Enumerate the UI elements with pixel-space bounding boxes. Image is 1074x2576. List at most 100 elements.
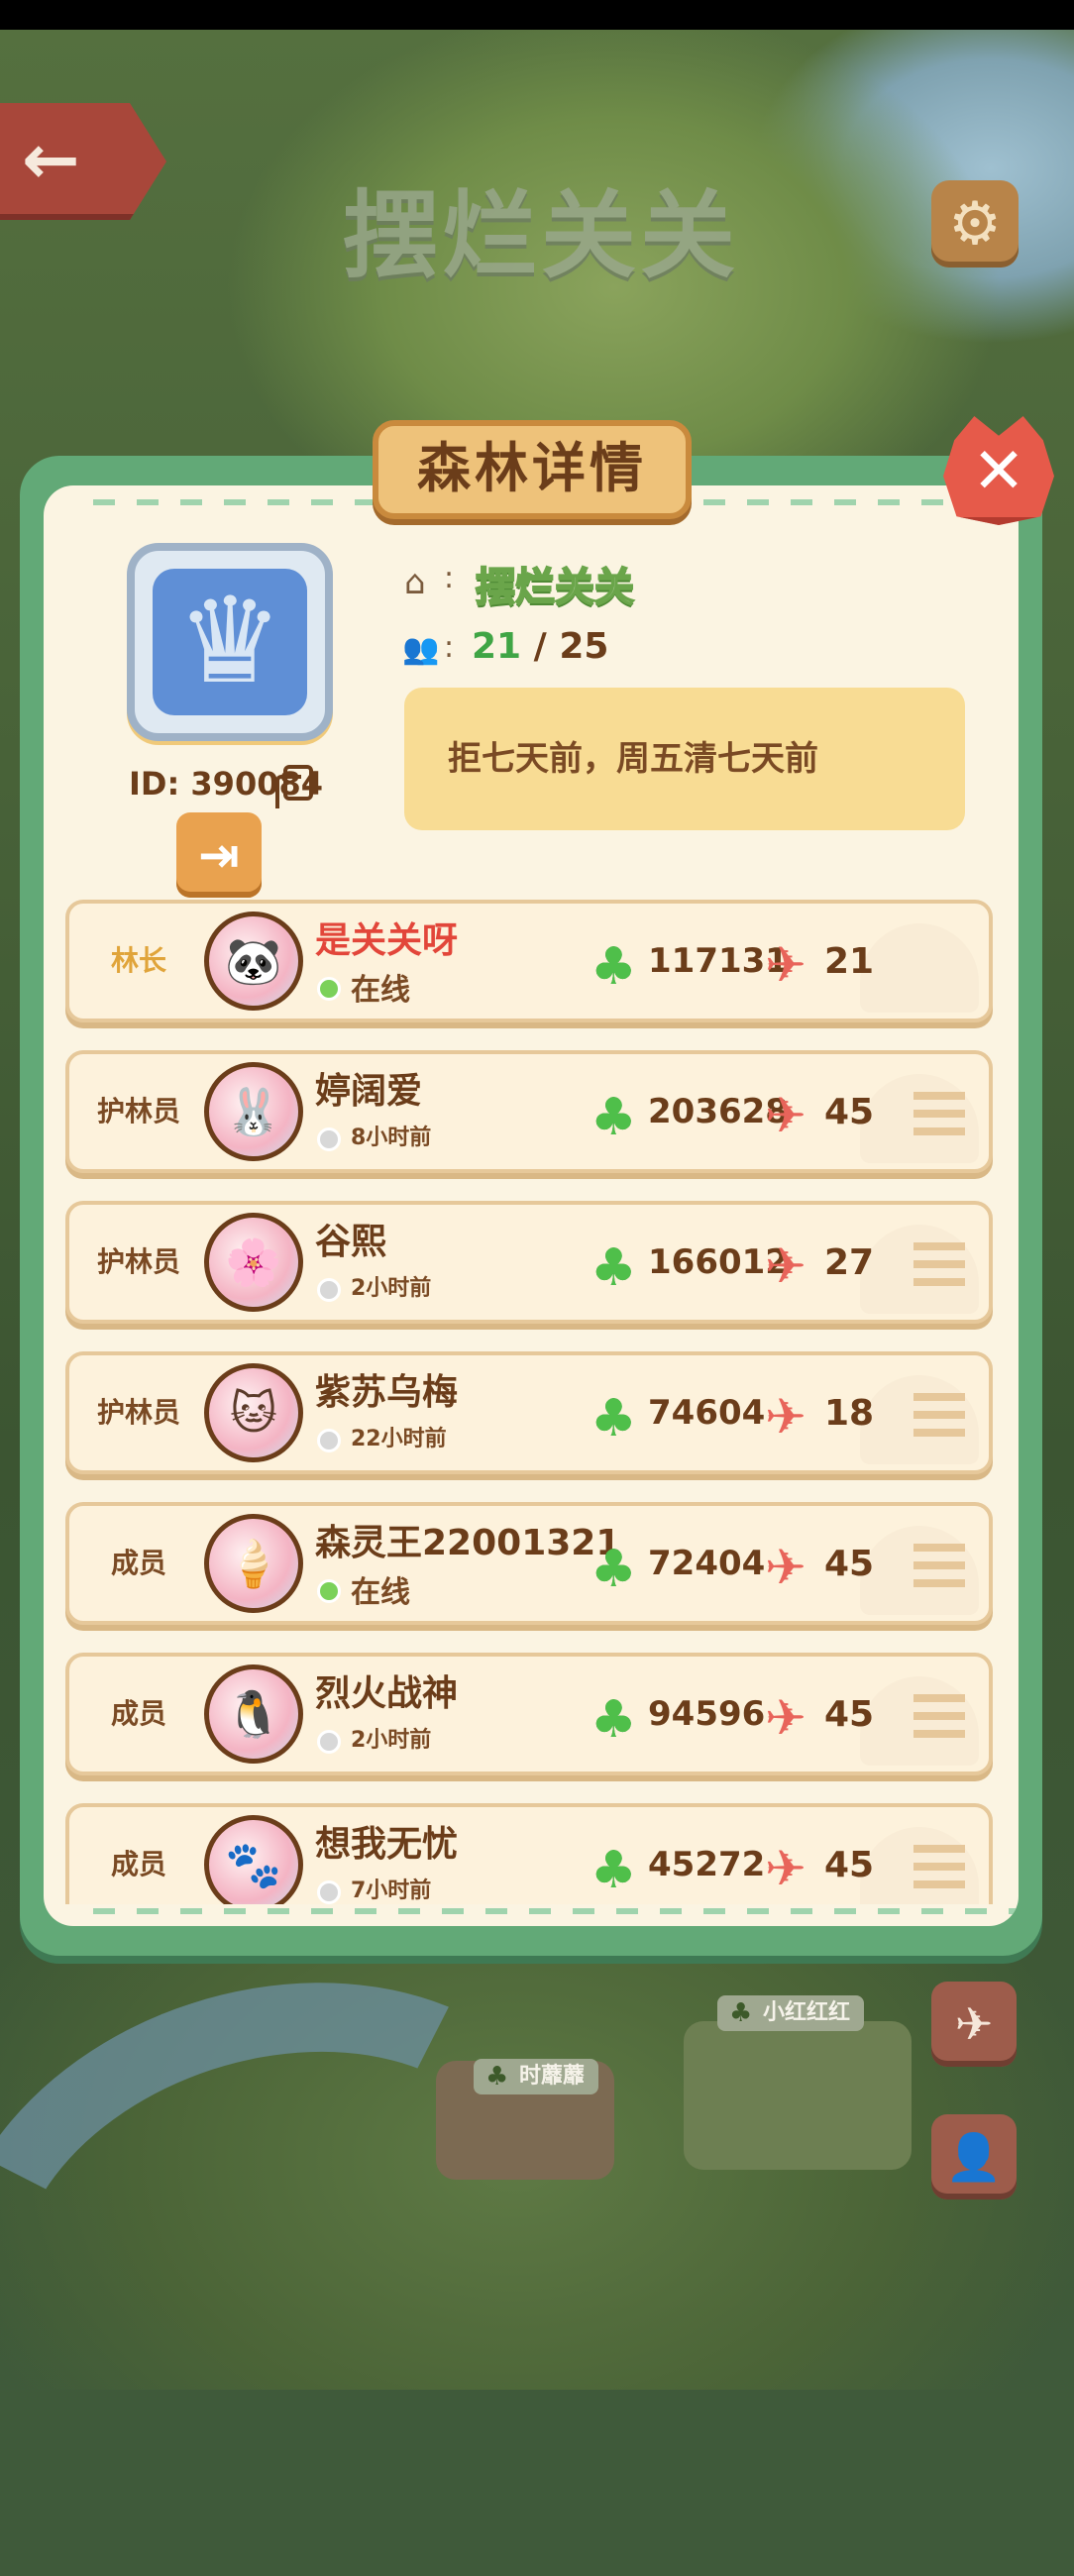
member-role: 林长 <box>110 944 166 977</box>
member-count-current: 21 <box>472 626 522 667</box>
member-status: 7小时前 <box>351 1878 432 1903</box>
exit-forest-button[interactable]: ⇥ <box>176 812 262 898</box>
copy-icon[interactable] <box>275 765 313 808</box>
forest-badge: ♛ <box>127 543 333 741</box>
member-row[interactable]: 护林员 🌸 谷熙 2小时前 ♣ 166012 ✈ 27 <box>65 1201 993 1324</box>
gear-icon[interactable]: ⚙ <box>931 180 1019 268</box>
member-row[interactable]: 护林员 🐱 紫苏乌梅 22小时前 ♣ 74604 ✈ 18 <box>65 1351 993 1474</box>
menu-icon[interactable] <box>913 1092 965 1135</box>
member-gifts: 45 <box>824 1544 875 1584</box>
river <box>0 1902 656 2576</box>
clover-icon: ♣ <box>591 1389 637 1449</box>
member-gifts: 45 <box>824 1694 875 1735</box>
member-score: 72404 <box>648 1544 766 1583</box>
member-name: 是关关呀 <box>315 920 459 961</box>
member-row[interactable]: 林长 🐼 是关关呀 在线 ♣ 117131 ✈ 21 <box>65 900 993 1022</box>
crown-icon: ♛ <box>176 573 283 710</box>
back-button[interactable]: ← <box>0 103 166 220</box>
paper-plane-icon: ✈ <box>765 1689 806 1747</box>
member-status: 2小时前 <box>351 1276 432 1301</box>
member-name: 谷熙 <box>315 1222 387 1262</box>
member-status: 在线 <box>351 973 410 1008</box>
row-decoration <box>860 923 979 1013</box>
map-label[interactable]: 小红红红 <box>717 1995 865 2031</box>
menu-icon[interactable] <box>913 1694 965 1738</box>
paper-plane-icon: ✈ <box>765 1087 806 1144</box>
member-score: 45272 <box>648 1845 766 1884</box>
status-dot <box>317 1730 341 1754</box>
member-role: 护林员 <box>96 1396 180 1429</box>
member-role: 护林员 <box>96 1245 180 1278</box>
avatar[interactable]: 🐼 <box>204 912 303 1011</box>
member-status: 在线 <box>351 1575 410 1610</box>
member-name: 紫苏乌梅 <box>315 1372 459 1413</box>
member-row[interactable]: 成员 🐧 烈火战神 2小时前 ♣ 94596 ✈ 45 <box>65 1653 993 1775</box>
clover-icon: ♣ <box>591 1238 637 1298</box>
member-name: 婷阔爱 <box>315 1071 423 1112</box>
member-name: 想我无忧 <box>315 1824 459 1865</box>
member-role: 护林员 <box>96 1095 180 1127</box>
member-gifts: 45 <box>824 1845 875 1885</box>
paper-plane-icon: ✈ <box>765 1237 806 1295</box>
member-name: 烈火战神 <box>315 1673 459 1714</box>
paper-plane-icon: ✈ <box>765 1539 806 1596</box>
avatar[interactable]: 🐱 <box>204 1363 303 1462</box>
member-role: 成员 <box>110 1848 166 1880</box>
home-icon: ⌂ <box>404 563 426 602</box>
member-name: 森灵王22001321 <box>315 1523 621 1563</box>
member-row[interactable]: 护林员 🐰 婷阔爱 8小时前 ♣ 203628 ✈ 45 <box>65 1050 993 1173</box>
avatar[interactable]: 🌸 <box>204 1213 303 1312</box>
member-count-separator: / <box>521 626 560 667</box>
member-status: 8小时前 <box>351 1126 432 1150</box>
paper-plane-icon: ✈ <box>765 1388 806 1446</box>
close-button[interactable]: ✕ <box>943 416 1054 525</box>
member-gifts: 21 <box>824 941 875 982</box>
profile-button[interactable]: 👤 <box>931 2114 1017 2200</box>
member-score: 74604 <box>648 1393 766 1433</box>
member-role: 成员 <box>110 1697 166 1730</box>
map-label[interactable]: 时蘼蘼 <box>474 2059 599 2094</box>
avatar-face: 🐱 <box>230 1386 277 1440</box>
status-bar <box>0 0 1074 30</box>
avatar-face: 🍦 <box>225 1537 282 1590</box>
avatar[interactable]: 🐧 <box>204 1664 303 1764</box>
paper-plane-icon: ✈ <box>765 1840 806 1897</box>
status-dot <box>317 1127 341 1151</box>
member-count: 21 / 25 <box>472 626 608 667</box>
share-button[interactable]: ✈ <box>931 1982 1017 2067</box>
member-count-max: 25 <box>559 626 609 667</box>
status-dot <box>317 1278 341 1302</box>
clover-icon: ♣ <box>591 1690 637 1750</box>
divider <box>93 1908 1017 1914</box>
map-house[interactable] <box>684 2021 912 2170</box>
member-gifts: 27 <box>824 1242 875 1283</box>
menu-icon[interactable] <box>913 1242 965 1286</box>
menu-icon[interactable] <box>913 1393 965 1437</box>
online-dot <box>317 977 341 1001</box>
exit-icon: ⇥ <box>198 826 240 884</box>
member-row[interactable]: 成员 🍦 森灵王22001321 在线 ♣ 72404 ✈ 45 <box>65 1502 993 1625</box>
paper-plane-icon: ✈ <box>765 936 806 994</box>
avatar-face: 🐧 <box>225 1687 282 1741</box>
member-status: 22小时前 <box>351 1427 447 1451</box>
avatar[interactable]: 🐾 <box>204 1815 303 1904</box>
clover-icon: ♣ <box>591 1088 637 1147</box>
clover-icon: ♣ <box>591 937 637 997</box>
status-dot <box>317 1429 341 1452</box>
menu-icon[interactable] <box>913 1845 965 1888</box>
member-role: 成员 <box>110 1547 166 1579</box>
member-row[interactable]: 成员 🐾 想我无忧 7小时前 ♣ 45272 ✈ 45 <box>65 1803 993 1904</box>
forest-name: 摆烂关关 <box>475 564 635 611</box>
avatar[interactable]: 🐰 <box>204 1062 303 1161</box>
forest-notice: 拒七天前，周五清七天前 <box>404 688 965 830</box>
label-colon: : <box>444 561 455 595</box>
avatar[interactable]: 🍦 <box>204 1514 303 1613</box>
menu-icon[interactable] <box>913 1544 965 1587</box>
avatar-face: 🐼 <box>225 934 282 988</box>
close-icon: ✕ <box>972 435 1025 508</box>
status-dot <box>317 1880 341 1904</box>
modal-title: 森林详情 <box>373 420 692 519</box>
members-icon: 👥 <box>402 632 440 667</box>
member-list[interactable]: 林长 🐼 是关关呀 在线 ♣ 117131 ✈ 21 护林员 🐰 婷阔爱 8小时… <box>65 900 995 1904</box>
online-dot <box>317 1579 341 1603</box>
